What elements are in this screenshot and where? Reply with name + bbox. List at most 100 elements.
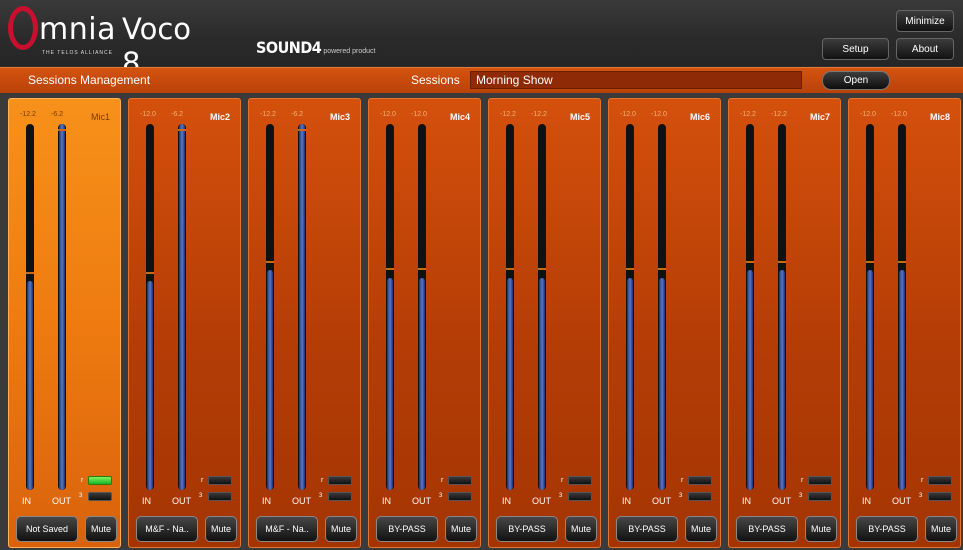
signal-led [328, 476, 352, 485]
preset-button[interactable]: M&F - Na.. [136, 516, 198, 542]
r-label: r [801, 477, 804, 484]
output-peak-marker [778, 261, 786, 263]
preset-button[interactable]: BY-PASS [376, 516, 438, 542]
input-peak-marker [386, 268, 394, 270]
app-header: mnia Voco 8 THE TELOS ALLIANCE SOUND4 pow… [0, 0, 963, 80]
input-meter-fill [387, 278, 393, 490]
channel-strip[interactable]: -12.2 -12.2 Mic5 r 3 IN OUT BY-PASS Mute [488, 98, 601, 548]
input-meter-fill [867, 270, 873, 490]
output-meter-fill [59, 124, 65, 490]
three-label: 3 [79, 493, 83, 499]
in-level-readout: -12.0 [140, 111, 156, 118]
session-name-field[interactable]: Morning Show [470, 71, 802, 89]
input-meter [506, 124, 514, 490]
mute-button[interactable]: Mute [205, 516, 237, 542]
input-meter-fill [507, 278, 513, 490]
out-level-readout: -12.0 [411, 111, 427, 118]
status-led [568, 492, 592, 501]
about-button[interactable]: About [896, 38, 954, 60]
preset-button[interactable]: BY-PASS [856, 516, 918, 542]
channel-strip[interactable]: -12.0 -6.2 Mic2 r 3 IN OUT M&F - Na.. Mute [128, 98, 241, 548]
preset-button[interactable]: M&F - Na.. [256, 516, 318, 542]
output-meter [538, 124, 546, 490]
channel-strip[interactable]: -12.2 -6.2 Mic3 r 3 IN OUT M&F - Na.. Mute [248, 98, 361, 548]
input-meter [746, 124, 754, 490]
output-meter-fill [299, 124, 305, 490]
output-meter [178, 124, 186, 490]
three-label: 3 [319, 493, 323, 499]
input-meter-fill [267, 270, 273, 490]
in-label: IN [862, 496, 871, 506]
input-peak-marker [746, 261, 754, 263]
output-meter-fill [539, 278, 545, 490]
logo-o-ring [8, 6, 38, 50]
open-session-button[interactable]: Open [822, 71, 890, 90]
output-meter [418, 124, 426, 490]
output-peak-marker [58, 129, 66, 131]
channel-strip[interactable]: -12.2 -6.2 Mic1 r 3 IN OUT Not Saved Mute [8, 98, 121, 548]
out-level-readout: -12.0 [891, 111, 907, 118]
preset-button[interactable]: BY-PASS [736, 516, 798, 542]
input-meter-fill [27, 281, 33, 490]
in-level-readout: -12.0 [620, 111, 636, 118]
channel-strips: -12.2 -6.2 Mic1 r 3 IN OUT Not Saved Mute -12.0 -6… [0, 93, 963, 550]
brand-tagline: THE TELOS ALLIANCE [42, 50, 113, 56]
input-meter [866, 124, 874, 490]
mute-button[interactable]: Mute [565, 516, 597, 542]
preset-button[interactable]: Not Saved [16, 516, 78, 542]
output-meter [778, 124, 786, 490]
output-meter-fill [419, 278, 425, 490]
status-led [928, 492, 952, 501]
signal-led [568, 476, 592, 485]
in-level-readout: -12.2 [740, 111, 756, 118]
out-label: OUT [532, 496, 551, 506]
mute-button[interactable]: Mute [805, 516, 837, 542]
r-label: r [441, 477, 444, 484]
three-label: 3 [799, 493, 803, 499]
input-peak-marker [26, 272, 34, 274]
output-meter-fill [179, 124, 185, 490]
input-peak-marker [506, 268, 514, 270]
sessions-label: Sessions [411, 73, 460, 87]
setup-button[interactable]: Setup [822, 38, 889, 60]
mute-button[interactable]: Mute [925, 516, 957, 542]
preset-button[interactable]: BY-PASS [616, 516, 678, 542]
preset-button[interactable]: BY-PASS [496, 516, 558, 542]
out-label: OUT [52, 496, 71, 506]
output-meter-fill [659, 278, 665, 490]
in-level-readout: -12.0 [860, 111, 876, 118]
channel-name: Mic7 [809, 112, 830, 122]
input-meter-fill [147, 281, 153, 490]
input-peak-marker [866, 261, 874, 263]
in-level-readout: -12.2 [20, 111, 36, 118]
channel-strip[interactable]: -12.0 -12.0 Mic4 r 3 IN OUT BY-PASS Mute [368, 98, 481, 548]
mute-button[interactable]: Mute [685, 516, 717, 542]
brand-name: mnia [39, 12, 116, 47]
input-meter [26, 124, 34, 490]
in-level-readout: -12.0 [380, 111, 396, 118]
three-label: 3 [199, 493, 203, 499]
output-meter [58, 124, 66, 490]
r-label: r [321, 477, 324, 484]
r-label: r [561, 477, 564, 484]
status-led [688, 492, 712, 501]
status-led [448, 492, 472, 501]
status-led [208, 492, 232, 501]
channel-strip[interactable]: -12.0 -12.0 Mic6 r 3 IN OUT BY-PASS Mute [608, 98, 721, 548]
output-meter [658, 124, 666, 490]
mute-button[interactable]: Mute [445, 516, 477, 542]
signal-led [448, 476, 472, 485]
channel-name: Mic4 [449, 112, 470, 122]
r-label: r [921, 477, 924, 484]
minimize-button[interactable]: Minimize [896, 10, 954, 32]
output-peak-marker [898, 261, 906, 263]
signal-led [88, 476, 112, 485]
out-label: OUT [412, 496, 431, 506]
channel-strip[interactable]: -12.2 -12.2 Mic7 r 3 IN OUT BY-PASS Mute [728, 98, 841, 548]
input-meter [626, 124, 634, 490]
mute-button[interactable]: Mute [85, 516, 117, 542]
sessions-management-label[interactable]: Sessions Management [28, 73, 150, 87]
mute-button[interactable]: Mute [325, 516, 357, 542]
out-level-readout: -6.2 [291, 111, 304, 118]
channel-strip[interactable]: -12.0 -12.0 Mic8 r 3 IN OUT BY-PASS Mute [848, 98, 961, 548]
